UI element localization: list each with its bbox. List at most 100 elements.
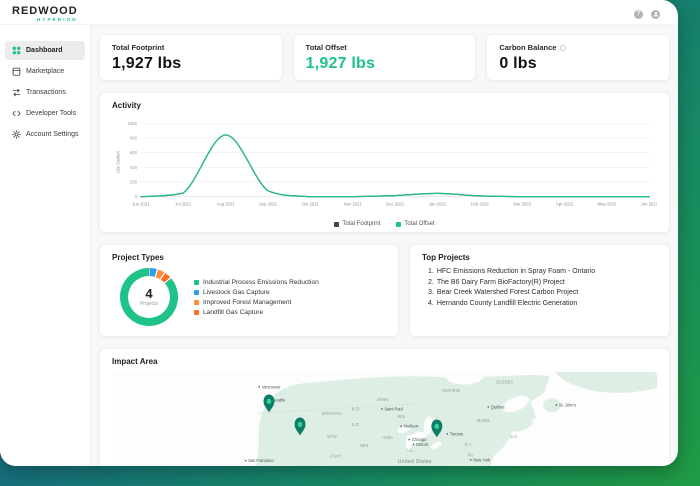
city-dot	[555, 404, 558, 406]
x-tick-label: Jul 2021	[175, 201, 192, 206]
page-background: REDWOOD HYPERION ? Dashboard Marketplace…	[0, 0, 700, 486]
donut-center-value: 4	[145, 286, 153, 301]
sidebar-item-transactions[interactable]: Transactions	[5, 83, 85, 102]
y-tick-label: 200	[130, 180, 138, 185]
activity-title: Activity	[112, 101, 141, 110]
legend-label: Total Footprint	[342, 221, 381, 227]
legend-item: Landfill Gas Capture	[194, 309, 319, 316]
city-dot	[487, 406, 490, 408]
chart-legend: Total Footprint Total Offset	[112, 221, 657, 227]
total-offset-card: Total Offset 1,927 lbs	[292, 34, 477, 81]
series-line-total-offset	[140, 134, 650, 198]
legend-label: Landfill Gas Capture	[203, 308, 264, 316]
chart-gridlines	[140, 122, 650, 198]
stat-label: Total Footprint	[112, 43, 165, 52]
map-label: N.Y.	[465, 442, 473, 447]
map-label: Seattle	[273, 397, 286, 402]
help-icon[interactable]: ?	[634, 9, 643, 19]
city-dot	[408, 438, 410, 441]
map-label: QUÉBEC	[496, 379, 513, 384]
legend-item: Livestock Gas Capture	[194, 289, 319, 296]
map-label: Madison	[404, 423, 420, 428]
map-label: Saint Paul	[385, 406, 403, 411]
transactions-icon	[12, 88, 21, 97]
brand-name: REDWOOD	[12, 4, 78, 17]
app-window: REDWOOD HYPERION ? Dashboard Marketplace…	[0, 0, 678, 466]
y-tick-labels: 0 200 400 600 800 1000	[128, 121, 138, 199]
legend-swatch	[194, 299, 199, 305]
project-name: HFC Emissions Reduction in Spray Foam - …	[436, 268, 596, 275]
map-label: MONTANA	[322, 411, 342, 416]
series-line-total-footprint	[140, 134, 650, 198]
x-tick-label: May 2022	[598, 201, 617, 206]
map-label: San Francisco	[248, 458, 274, 463]
carbon-balance-card: Carbon Balance 0 lbs	[486, 34, 671, 81]
map-label: United States	[398, 459, 432, 465]
top-project-item[interactable]: 3. Bear Creek Watershed Forest Carbon Pro…	[428, 289, 657, 296]
map-label: Detroit	[416, 442, 428, 447]
y-tick-label: 800	[130, 136, 138, 141]
legend-label: Total Offset	[404, 221, 435, 227]
y-tick-label: 400	[130, 165, 138, 170]
x-tick-label: Jun 2021	[132, 201, 150, 206]
info-icon[interactable]	[560, 44, 567, 51]
map-label: WYO.	[327, 434, 338, 439]
gear-icon	[12, 130, 21, 139]
legend-swatch	[194, 309, 199, 315]
sidebar: Dashboard Marketplace Transactions Devel…	[0, 25, 91, 466]
activity-line-chart: Lbs Carbon 0 200 400 600 800 1000 Jun 2021 Jul…	[116, 121, 659, 206]
legend-swatch	[194, 289, 199, 295]
map-label: UTAH	[330, 453, 341, 458]
y-tick-label: 600	[130, 150, 138, 155]
stat-value: 1,927 lbs	[112, 55, 182, 72]
sidebar-item-account-settings[interactable]: Account Settings	[5, 125, 85, 144]
map-label: NEB.	[360, 443, 370, 448]
city-dot	[258, 385, 261, 388]
top-projects-card: Top Projects 1. HFC Emissions Reduction i…	[409, 244, 670, 337]
legend-label: Industrial Process Emissions Reduction	[203, 278, 319, 286]
map-label: WIS.	[398, 414, 407, 419]
sidebar-item-label: Dashboard	[26, 47, 63, 54]
sidebar-item-label: Developer Tools	[26, 110, 77, 117]
map-label: MINN.	[377, 396, 389, 401]
sidebar-item-marketplace[interactable]: Marketplace	[5, 62, 85, 81]
x-tick-label: Aug 2021	[217, 201, 236, 206]
donut-center-label: Projects	[139, 301, 159, 307]
project-types-title: Project Types	[112, 253, 164, 262]
app-header: REDWOOD HYPERION ?	[0, 0, 678, 24]
impact-area-map[interactable]: Vancouver Seattle MONTANA N.D. S.D. WYO. MINN.…	[112, 372, 657, 466]
x-tick-labels: Jun 2021 Jul 2021 Aug 2021 Sep 2021 Oct 2021…	[132, 201, 658, 206]
top-projects-title: Top Projects	[422, 253, 470, 262]
y-tick-label: 1000	[128, 121, 138, 126]
project-name: Bear Creek Watershed Forest Carbon Proje…	[436, 289, 579, 296]
stat-value: 1,927 lbs	[305, 55, 376, 72]
map-label: N.S.	[510, 434, 518, 439]
map-label: Québec	[491, 404, 506, 409]
x-tick-label: Sep 2021	[259, 201, 278, 206]
sidebar-item-developer-tools[interactable]: Developer Tools	[5, 104, 85, 123]
city-dot	[470, 458, 472, 461]
legend-swatch	[194, 279, 199, 285]
legend-item-total-offset[interactable]: Total Offset	[396, 221, 435, 227]
legend-item-total-footprint[interactable]: Total Footprint	[334, 221, 380, 227]
x-tick-label: Apr 2022	[556, 201, 574, 206]
project-types-legend: Industrial Process Emissions Reduction L…	[194, 279, 319, 316]
top-project-item[interactable]: 2. The B6 Dairy Farm BioFactory(R) Projec…	[428, 279, 657, 286]
account-icon[interactable]	[651, 9, 660, 19]
city-dot	[244, 459, 247, 462]
top-project-item[interactable]: 1. HFC Emissions Reduction in Spray Foam …	[428, 268, 657, 275]
brand-logo: REDWOOD HYPERION	[12, 4, 78, 23]
project-name: Hernando County Landfill Electric Genera…	[436, 299, 578, 307]
legend-item: Improved Forest Management	[194, 299, 319, 306]
top-project-item[interactable]: 4. Hernando County Landfill Electric Gene…	[428, 300, 657, 307]
activity-card: Activity Lbs Carbon 0 200 400 600 800 1000 Ju…	[99, 92, 670, 233]
sidebar-item-dashboard[interactable]: Dashboard	[5, 41, 85, 60]
brand-subtitle: HYPERION	[36, 16, 78, 22]
map-label: N.D.	[352, 406, 361, 411]
impact-area-card: Impact Area Vancouver Seattle MONTANA N.…	[99, 348, 670, 466]
project-types-card: Project Types 4 Projects Industrial Proc…	[99, 244, 399, 337]
map-label: New York	[473, 457, 491, 462]
city-dot	[400, 425, 402, 428]
project-name: The B6 Dairy Farm BioFactory(R) Project	[436, 278, 565, 286]
x-tick-label: Jun 2022	[641, 201, 657, 206]
